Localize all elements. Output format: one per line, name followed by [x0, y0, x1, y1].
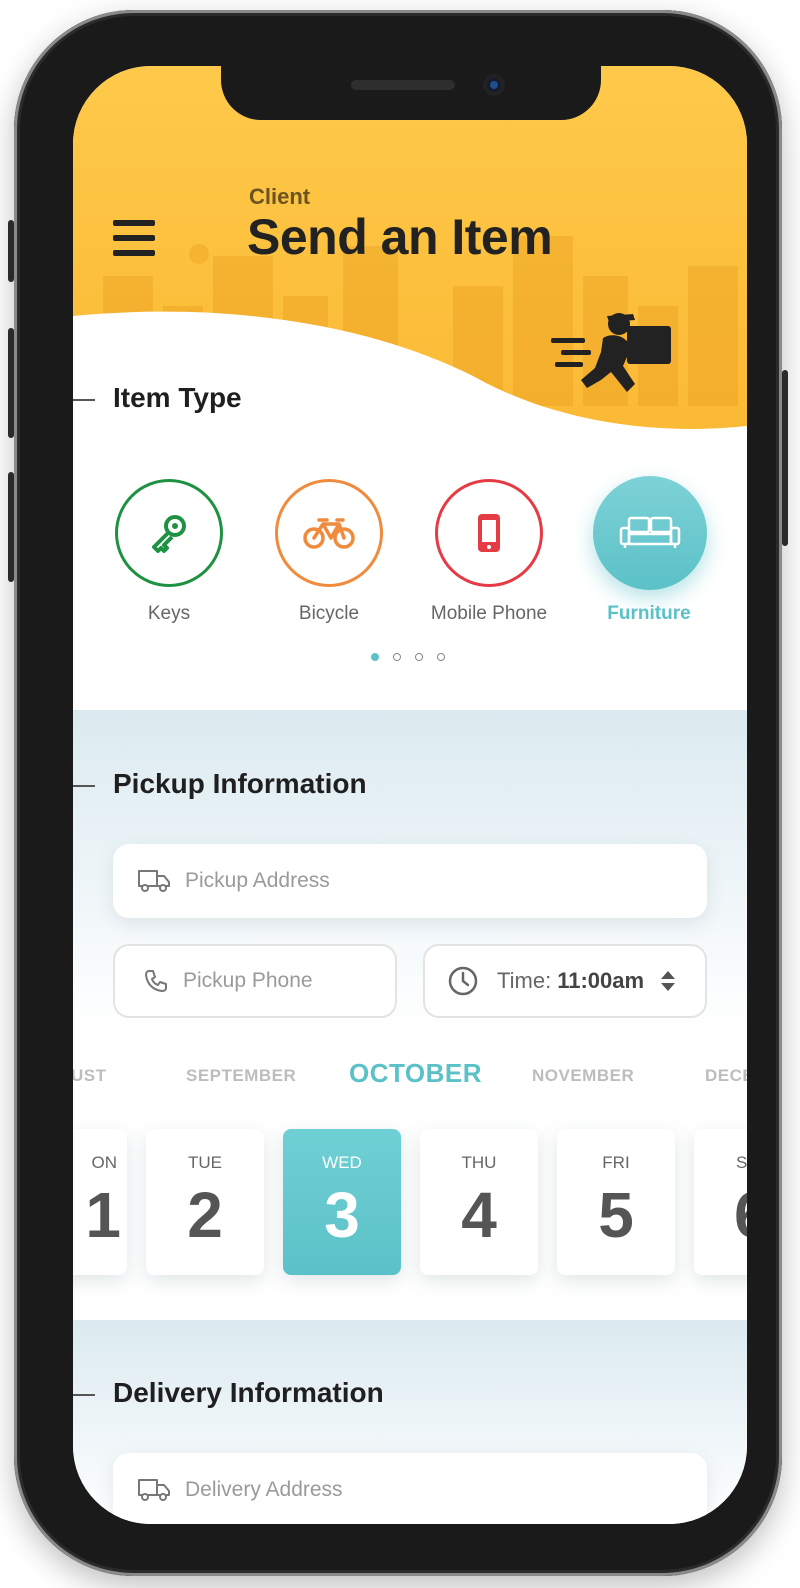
time-value: 11:00am: [557, 968, 645, 993]
menu-button[interactable]: [113, 220, 157, 258]
day-name: FRI: [602, 1153, 630, 1172]
day-number: 5: [598, 1179, 634, 1251]
day-card[interactable]: TUE 2: [146, 1129, 264, 1275]
page-dot[interactable]: [437, 653, 445, 661]
phone-icon: [145, 970, 167, 992]
sofa-icon: [619, 516, 681, 548]
power-button: [782, 370, 788, 546]
app-screen: Client Send an Item Item Type Keys Bicyc…: [73, 66, 747, 1524]
page-dot[interactable]: [415, 653, 423, 661]
day-name: ON: [91, 1153, 118, 1172]
item-circle-selected: [593, 476, 707, 590]
item-type-bicycle[interactable]: Bicycle: [273, 479, 385, 625]
phone-frame: Client Send an Item Item Type Keys Bicyc…: [8, 10, 788, 1576]
item-circle: [115, 479, 223, 587]
item-type-title: Item Type: [113, 382, 242, 413]
item-label: Bicycle: [298, 603, 360, 624]
page-dot[interactable]: [393, 653, 401, 661]
day-number: 4: [461, 1179, 497, 1251]
month-item-selected[interactable]: OCTOBER: [349, 1058, 482, 1089]
item-label: Mobile Phone: [430, 603, 548, 624]
courier-icon: [551, 313, 671, 392]
item-circle: [275, 479, 383, 587]
pickup-time-select[interactable]: Time: 11:00am: [423, 944, 707, 1018]
notch: [221, 66, 601, 120]
volume-down-button: [8, 472, 14, 582]
page-dot-active[interactable]: [371, 653, 379, 661]
pickup-address-input[interactable]: Pickup Address: [113, 844, 707, 918]
sort-arrows-icon: [661, 971, 676, 991]
time-label: Time:: [497, 968, 552, 993]
month-item[interactable]: SEPTEMBER: [186, 1066, 296, 1086]
pickup-title: Pickup Information: [113, 768, 367, 799]
item-type-furniture[interactable]: Furniture: [593, 476, 707, 625]
day-number: 3: [324, 1179, 360, 1251]
delivery-address-input[interactable]: Delivery Address: [113, 1453, 707, 1524]
silent-switch: [8, 220, 14, 282]
item-type-keys[interactable]: Keys: [113, 479, 225, 625]
header-subtitle: Client: [249, 184, 311, 209]
speaker: [351, 80, 455, 90]
item-label: Keys: [147, 603, 191, 624]
clock-icon: [448, 966, 478, 996]
volume-up-button: [8, 328, 14, 438]
day-card[interactable]: ON 1: [73, 1129, 127, 1275]
month-item[interactable]: NOVEMBER: [532, 1066, 634, 1086]
day-card[interactable]: THU 4: [420, 1129, 538, 1275]
key-icon: [152, 515, 186, 553]
day-number: 2: [187, 1179, 223, 1251]
pickup-address-placeholder: Pickup Address: [185, 869, 330, 892]
pickup-phone-input[interactable]: Pickup Phone: [113, 944, 397, 1018]
truck-icon: [138, 1479, 170, 1501]
pickup-phone-placeholder: Pickup Phone: [183, 969, 313, 992]
day-name: THU: [461, 1153, 497, 1172]
delivery-title: Delivery Information: [113, 1377, 384, 1408]
day-name: S: [736, 1153, 747, 1172]
item-circle: [435, 479, 543, 587]
item-type-mobile-phone[interactable]: Mobile Phone: [431, 479, 547, 625]
day-number: 1: [85, 1179, 121, 1251]
section-dash: [73, 399, 95, 401]
front-camera: [483, 74, 505, 96]
bicycle-icon: [303, 518, 355, 549]
day-name: WED: [322, 1153, 362, 1172]
day-card[interactable]: FRI 5: [557, 1129, 675, 1275]
day-name: TUE: [188, 1153, 222, 1172]
section-dash: [73, 1394, 95, 1396]
section-dash: [73, 785, 95, 787]
day-card[interactable]: S 6: [694, 1129, 747, 1275]
day-number: 6: [694, 1179, 747, 1251]
mobile-phone-icon: [478, 514, 500, 552]
day-card-selected[interactable]: WED 3: [283, 1129, 401, 1275]
month-item[interactable]: UST: [73, 1066, 107, 1086]
month-item[interactable]: DECE: [705, 1066, 747, 1086]
truck-icon: [138, 870, 170, 892]
item-label: Furniture: [607, 603, 691, 624]
delivery-address-placeholder: Delivery Address: [185, 1478, 343, 1501]
page-title: Send an Item: [247, 209, 553, 265]
